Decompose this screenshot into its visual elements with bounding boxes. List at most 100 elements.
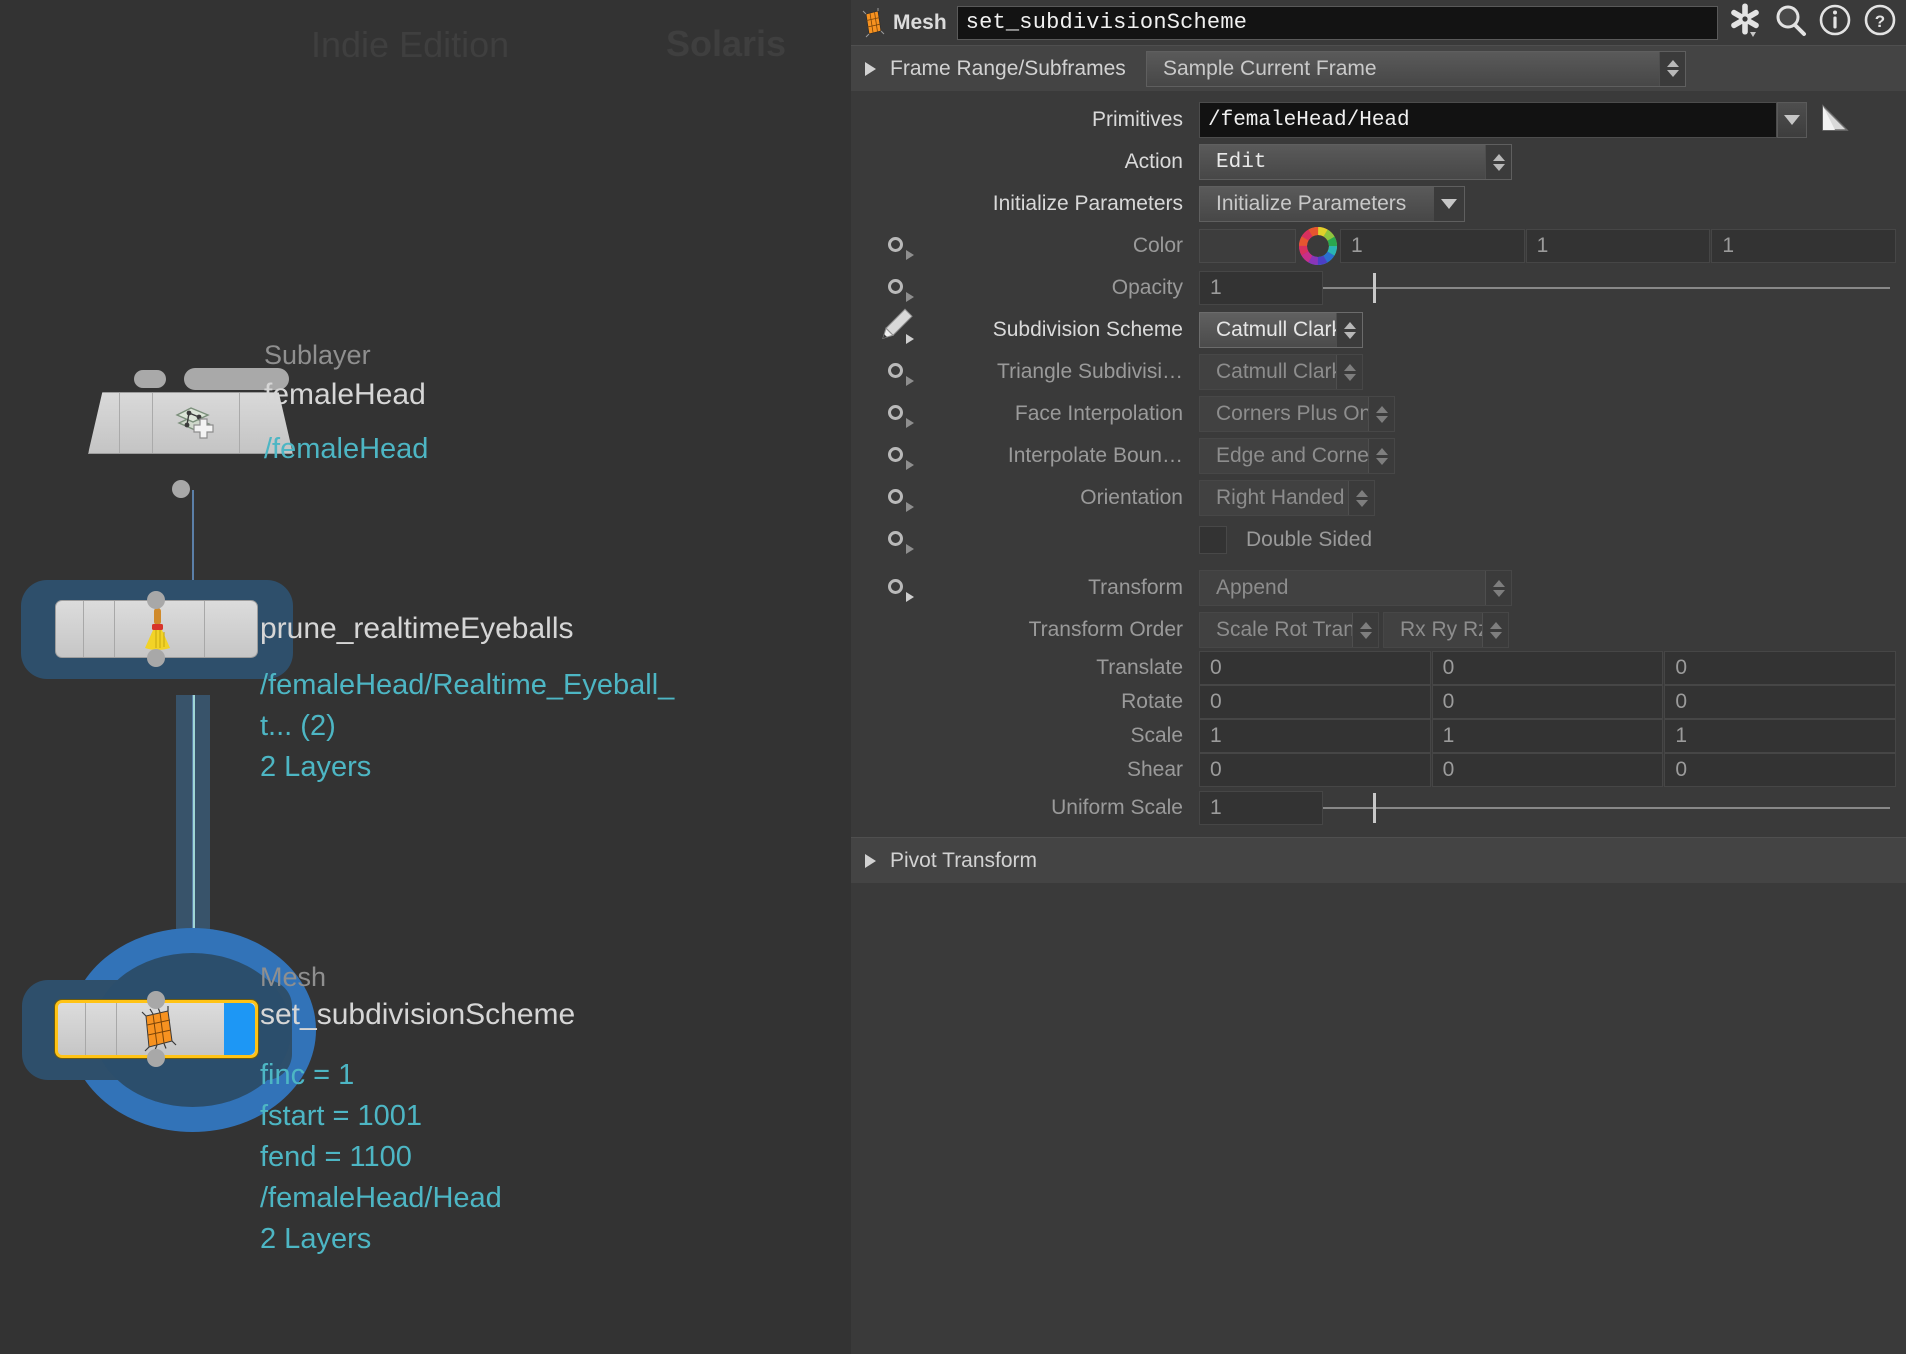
double-sided-checkbox[interactable]	[1199, 526, 1227, 554]
node-input-port[interactable]	[147, 591, 165, 609]
parameter-override-ring[interactable]	[888, 489, 903, 504]
stepper-icon[interactable]	[1368, 439, 1394, 473]
parameter-override-ring[interactable]	[888, 363, 903, 378]
double-sided-label: Double Sided	[1246, 528, 1373, 551]
parameter-override-ring[interactable]	[888, 237, 903, 252]
scale-y-input[interactable]: 1	[1431, 719, 1664, 753]
action-label: Action	[1124, 150, 1183, 173]
section-frame-range[interactable]: Frame Range/Subframes Sample Current Fra…	[851, 45, 1906, 91]
primitives-dropdown-button[interactable]	[1777, 102, 1807, 138]
parameter-override-ring[interactable]	[888, 531, 903, 546]
chevron-right-icon[interactable]	[906, 418, 914, 428]
stepper-icon[interactable]	[1485, 145, 1511, 179]
translate-x-input[interactable]: 0	[1199, 651, 1431, 685]
triangle-subdivision-menu[interactable]: Catmull Clark	[1199, 354, 1363, 390]
chevron-right-icon[interactable]	[906, 376, 914, 386]
shear-y-input[interactable]: 0	[1431, 753, 1664, 787]
node-output-port[interactable]	[172, 480, 190, 498]
stepper-icon[interactable]	[1485, 571, 1511, 605]
chevron-right-icon[interactable]	[906, 592, 914, 602]
stepper-icon[interactable]	[1368, 397, 1394, 431]
rotate-x-input[interactable]: 0	[1199, 685, 1431, 719]
color-g-input[interactable]: 1	[1525, 229, 1711, 263]
chevron-right-icon[interactable]	[906, 250, 914, 260]
initialize-parameters-value: Initialize Parameters	[1216, 192, 1407, 215]
node-name-label: prune_realtimeEyeballs	[260, 612, 574, 645]
uniform-scale-slider[interactable]	[1323, 791, 1890, 825]
row-gutter	[851, 567, 947, 609]
stepper-icon[interactable]	[1352, 613, 1378, 647]
row-initialize-parameters: Initialize Parameters Initialize Paramet…	[851, 183, 1906, 225]
transform-order-srt-menu[interactable]: Scale Rot Trans	[1199, 612, 1379, 648]
help-icon[interactable]: ?	[1862, 2, 1898, 43]
parameter-override-ring[interactable]	[888, 405, 903, 420]
node-meta-line: finc = 1	[260, 1059, 355, 1091]
shear-x-input[interactable]: 0	[1199, 753, 1431, 787]
node-input-port[interactable]	[147, 991, 165, 1009]
action-menu[interactable]: Edit	[1199, 144, 1512, 180]
stepper-icon[interactable]	[1336, 355, 1362, 389]
primitives-input[interactable]: /femaleHead/Head	[1199, 102, 1777, 138]
shear-z-input[interactable]: 0	[1664, 753, 1897, 787]
gear-icon[interactable]	[1727, 2, 1763, 43]
uniform-scale-input[interactable]: 1	[1199, 791, 1323, 825]
scale-x-input[interactable]: 1	[1199, 719, 1431, 753]
chevron-right-icon[interactable]	[906, 544, 914, 554]
transform-order-rot-value: Rx Ry Rz	[1400, 618, 1482, 641]
parameter-override-ring[interactable]	[888, 447, 903, 462]
color-b-input[interactable]: 1	[1711, 229, 1897, 263]
stepper-icon[interactable]	[1482, 613, 1508, 647]
translate-y-input[interactable]: 0	[1431, 651, 1664, 685]
node-output-port[interactable]	[147, 649, 165, 667]
parameter-override-ring[interactable]	[888, 579, 903, 594]
node-display-flag[interactable]	[224, 1003, 255, 1055]
stepper-icon[interactable]	[1659, 51, 1685, 86]
face-interpolation-menu[interactable]: Corners Plus One	[1199, 396, 1395, 432]
row-scale: Scale 1 1 1	[851, 719, 1906, 753]
rotate-z-input[interactable]: 0	[1664, 685, 1897, 719]
color-wheel-icon[interactable]	[1296, 226, 1340, 266]
chevron-right-icon[interactable]	[906, 334, 914, 344]
node-prune-realtimeeyeballs[interactable]: prune_realtimeEyeballs /femaleHead/Realt…	[21, 580, 674, 783]
chevron-right-icon[interactable]	[906, 460, 914, 470]
section-pivot-transform[interactable]: Pivot Transform	[851, 837, 1906, 883]
stepper-icon[interactable]	[1348, 481, 1374, 515]
info-icon[interactable]	[1817, 2, 1853, 43]
network-editor-pane[interactable]: Indie Edition Solaris Sublayer femaleHea…	[0, 0, 851, 1354]
parameter-override-ring[interactable]	[888, 279, 903, 294]
color-swatch[interactable]	[1199, 229, 1296, 263]
initialize-parameters-label: Initialize Parameters	[992, 192, 1183, 215]
node-output-port[interactable]	[147, 1049, 165, 1067]
rotate-z-value: 0	[1675, 690, 1688, 713]
node-body[interactable]	[88, 392, 293, 454]
search-icon[interactable]	[1772, 2, 1808, 43]
row-gutter	[851, 225, 947, 267]
houdini-solaris-window: Indie Edition Solaris Sublayer femaleHea…	[0, 0, 1906, 1354]
opacity-input[interactable]: 1	[1199, 271, 1323, 305]
opacity-slider[interactable]	[1323, 271, 1890, 305]
initialize-parameters-menu[interactable]: Initialize Parameters	[1199, 186, 1465, 222]
node-set-subdivisionscheme[interactable]: Mesh set_subdivisionScheme finc = 1 fsta…	[22, 928, 575, 1255]
node-sublayer-femalehead[interactable]: Sublayer femaleHead /femaleHead	[88, 340, 428, 498]
row-rotate: Rotate 0 0 0	[851, 685, 1906, 719]
row-gutter	[851, 351, 947, 393]
transform-order-rot-menu[interactable]: Rx Ry Rz	[1383, 612, 1509, 648]
node-name-input[interactable]: set_subdivisionScheme	[956, 5, 1718, 40]
chevron-right-icon[interactable]	[906, 292, 914, 302]
subdivision-scheme-menu[interactable]: Catmull Clark	[1199, 312, 1363, 348]
transform-menu[interactable]: Append	[1199, 570, 1512, 606]
triangle-subdivision-value: Catmull Clark	[1216, 360, 1336, 383]
translate-y-value: 0	[1442, 656, 1455, 679]
translate-z-input[interactable]: 0	[1664, 651, 1897, 685]
node-badge-small	[134, 370, 166, 388]
select-pointer-icon[interactable]	[1817, 103, 1851, 137]
color-r-input[interactable]: 1	[1340, 229, 1525, 263]
scale-z-input[interactable]: 1	[1664, 719, 1897, 753]
orientation-menu[interactable]: Right Handed	[1199, 480, 1375, 516]
frame-range-menu[interactable]: Sample Current Frame	[1146, 50, 1686, 87]
stepper-icon[interactable]	[1336, 313, 1362, 347]
interpolate-boundary-menu[interactable]: Edge and Corner	[1199, 438, 1395, 474]
rotate-y-input[interactable]: 0	[1431, 685, 1664, 719]
chevron-down-icon[interactable]	[1434, 187, 1464, 221]
chevron-right-icon[interactable]	[906, 502, 914, 512]
